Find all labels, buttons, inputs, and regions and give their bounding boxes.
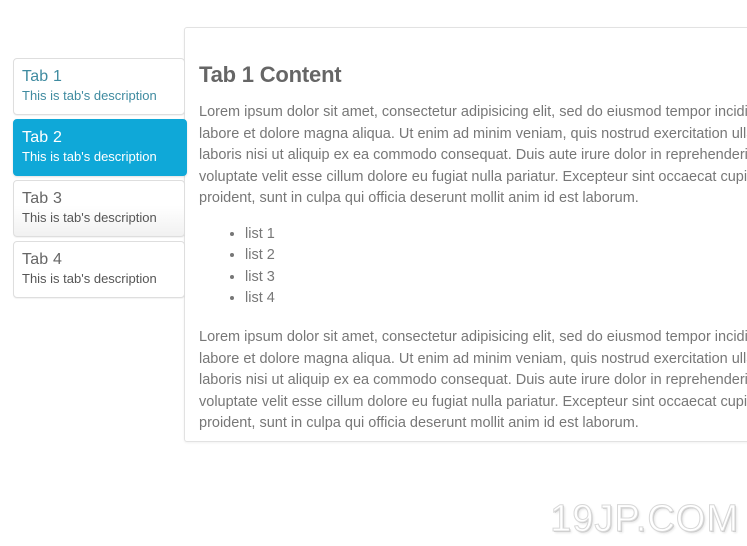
tab-item-2[interactable]: Tab 2 This is tab's description	[13, 119, 187, 176]
panel-heading: Tab 1 Content	[199, 62, 342, 87]
tab-item-title: Tab 1	[22, 68, 63, 85]
list-item: list 4	[245, 288, 747, 309]
tab-item-description: This is tab's description	[22, 271, 157, 286]
tab-item-title: Tab 4	[22, 251, 63, 268]
tab-item-description: This is tab's description	[22, 210, 157, 225]
list-item: list 2	[245, 245, 747, 266]
tab-item-title: Tab 2	[22, 129, 63, 146]
tab-item-4[interactable]: Tab 4 This is tab's description	[13, 241, 185, 298]
panel-paragraph-2: Lorem ipsum dolor sit amet, consectetur …	[199, 329, 747, 431]
site-watermark: 19JP.COM	[550, 498, 739, 541]
tab-item-1[interactable]: Tab 1 This is tab's description	[13, 58, 185, 115]
tab-widget: Tab 1 This is tab's description Tab 2 This …	[0, 0, 747, 470]
tab-item-description: This is tab's description	[22, 88, 157, 103]
tab-list: Tab 1 This is tab's description Tab 2 This …	[13, 58, 187, 302]
tab-content-panel: Tab 1 Content Lorem ipsum dolor sit amet…	[184, 27, 747, 442]
tab-item-description: This is tab's description	[22, 149, 157, 164]
list-item: list 3	[245, 267, 747, 288]
panel-bullet-list: list 1list 2list 3list 4	[199, 224, 747, 310]
list-item: list 1	[245, 224, 747, 245]
tab-item-title: Tab 3	[22, 190, 63, 207]
tab-item-3[interactable]: Tab 3 This is tab's description	[13, 180, 185, 237]
panel-paragraph-1: Lorem ipsum dolor sit amet, consectetur …	[199, 104, 747, 206]
